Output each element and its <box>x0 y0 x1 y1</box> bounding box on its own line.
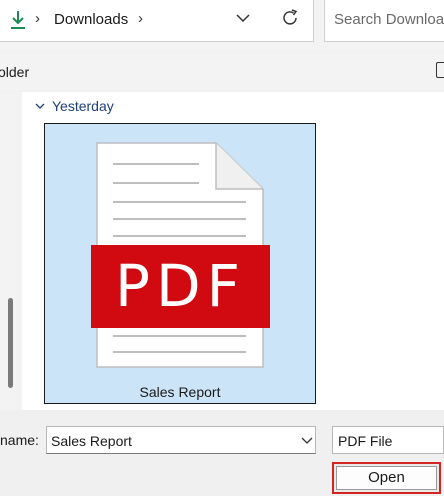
refresh-icon[interactable] <box>280 8 300 28</box>
chevron-down-icon[interactable] <box>236 13 250 23</box>
file-name-combobox[interactable]: Sales Report <box>46 426 316 454</box>
chevron-down-icon[interactable] <box>34 101 46 111</box>
view-options-icon[interactable] <box>436 62 444 78</box>
file-name-label: Sales Report <box>139 384 221 400</box>
file-type-value: PDF File <box>338 433 393 449</box>
file-name-input[interactable]: Sales Report <box>51 433 132 449</box>
command-bar: older <box>0 53 444 91</box>
address-toolbar: › Downloads › <box>0 0 444 52</box>
address-bar[interactable]: › Downloads › <box>0 0 314 42</box>
breadcrumb-chevron[interactable]: › <box>138 10 143 27</box>
pdf-badge: PDF <box>91 245 270 328</box>
search-box[interactable] <box>324 0 444 42</box>
search-input[interactable] <box>334 11 444 28</box>
new-folder-button[interactable]: older <box>0 64 29 80</box>
breadcrumb-separator: › <box>35 10 40 27</box>
file-type-select[interactable]: PDF File <box>332 426 444 454</box>
navigation-scrollbar[interactable] <box>8 298 13 388</box>
open-button-label: Open <box>336 466 437 490</box>
download-arrow-icon <box>11 11 25 29</box>
chevron-down-icon[interactable] <box>301 437 313 445</box>
open-button[interactable]: Open <box>332 462 441 494</box>
file-name-field-label: name: <box>0 432 39 448</box>
group-header-yesterday[interactable]: Yesterday <box>52 98 114 114</box>
breadcrumb-downloads[interactable]: Downloads <box>54 11 128 28</box>
